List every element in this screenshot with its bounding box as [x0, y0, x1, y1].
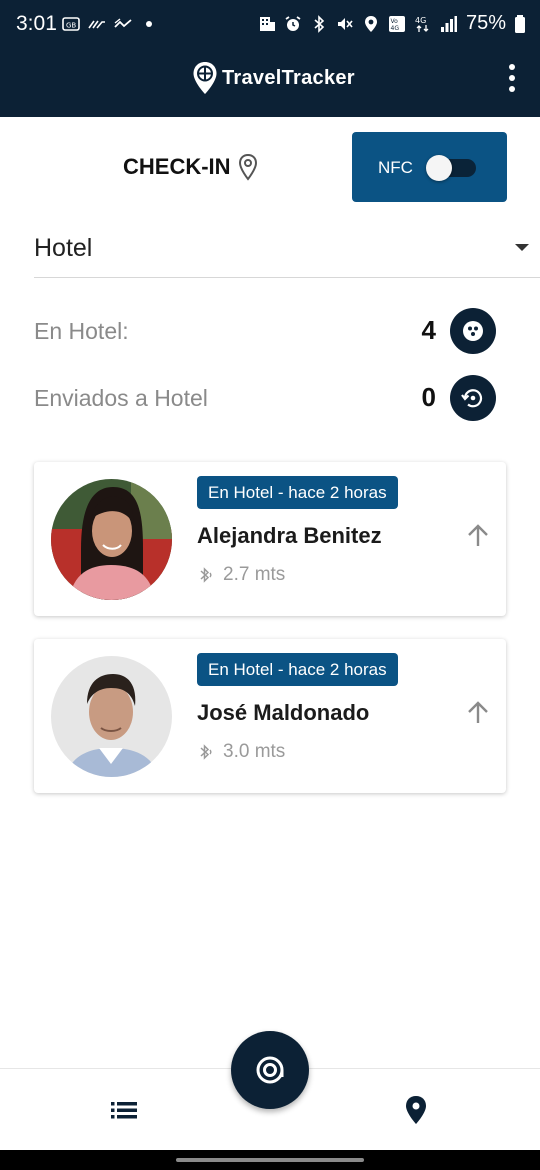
svg-text:Vo: Vo [390, 18, 398, 25]
avatar [51, 656, 172, 777]
dot-icon [146, 21, 152, 27]
distance-value: 2.7 mts [223, 564, 286, 585]
signal-icon [440, 15, 457, 32]
trend-icon [114, 18, 132, 28]
traveler-name: José Maldonado [197, 700, 370, 725]
app-logo: TravelTracker [192, 61, 355, 95]
nfc-toggle-button[interactable]: NFC [352, 132, 507, 202]
dropdown-arrow-icon [515, 244, 529, 251]
group-icon[interactable] [450, 308, 496, 354]
avatar [51, 479, 172, 600]
status-badge: En Hotel - hace 2 horas [197, 476, 398, 509]
nfc-label: NFC [378, 158, 413, 177]
counter-en-hotel: En Hotel: 4 [34, 308, 496, 354]
status-badge: En Hotel - hace 2 horas [197, 653, 398, 686]
app-bar: TravelTracker [0, 50, 540, 117]
network-4g-icon: 4G [415, 16, 429, 32]
bluetooth-signal-icon [200, 567, 212, 583]
checkin-label: CHECK-IN [123, 154, 231, 179]
battery-percentage: 75% [465, 12, 506, 34]
list-icon[interactable] [110, 1099, 138, 1121]
bluetooth-icon [314, 14, 325, 33]
nfc-switch[interactable] [424, 154, 478, 181]
status-time: 3:01 [16, 12, 57, 35]
location-pin-icon [238, 153, 257, 181]
battery-icon [515, 14, 525, 33]
traveler-name: Alejandra Benitez [197, 523, 382, 548]
counter-label: En Hotel: [34, 318, 129, 344]
switch-thumb [426, 155, 452, 181]
traveler-distance: 3.0 mts [197, 741, 285, 763]
app-title: TravelTracker [222, 66, 355, 89]
traveler-card[interactable]: En Hotel - hace 2 horas Alejandra Benite… [34, 462, 506, 616]
traveler-card[interactable]: En Hotel - hace 2 horas José Maldonado 3… [34, 639, 506, 793]
counter-label: Enviados a Hotel [34, 385, 208, 411]
traveltracker-logo-icon [193, 62, 217, 94]
alarm-icon [285, 15, 301, 31]
counter-enviados: Enviados a Hotel 0 [34, 375, 496, 421]
mute-icon [337, 17, 353, 30]
distance-value: 3.0 mts [223, 741, 286, 762]
svg-text:GB: GB [66, 22, 76, 30]
top-bar: 3:01 GB Vo 4G 4G 75% TravelTracker [0, 0, 540, 117]
volte-icon: Vo4G [388, 15, 405, 32]
checkin-header: CHECK-IN [123, 153, 259, 181]
activity-icon [88, 20, 105, 29]
scan-target-icon[interactable] [231, 1031, 309, 1109]
system-navigation-bar [0, 1150, 540, 1170]
svg-text:4G: 4G [415, 16, 426, 25]
history-icon[interactable] [450, 375, 496, 421]
svg-text:4G: 4G [390, 25, 399, 32]
counter-value: 4 [421, 315, 436, 345]
dropdown-selected-value: Hotel [34, 234, 93, 262]
bluetooth-signal-icon [200, 744, 212, 760]
counter-value: 0 [421, 382, 436, 412]
location-icon [364, 15, 377, 32]
more-vert-icon[interactable] [506, 64, 518, 92]
home-indicator[interactable] [176, 1158, 364, 1162]
status-system-icons: Vo 4G 4G 75% [258, 12, 526, 35]
location-dropdown[interactable]: Hotel [34, 218, 540, 278]
arrow-up-icon[interactable] [464, 522, 492, 550]
hotel-icon [259, 16, 275, 31]
status-notification-icons: GB [62, 15, 158, 33]
traveler-distance: 2.7 mts [197, 564, 285, 586]
map-pin-icon[interactable] [404, 1095, 428, 1125]
notification-icon: GB [62, 17, 80, 31]
arrow-up-icon[interactable] [464, 699, 492, 727]
status-bar: 3:01 GB Vo 4G 4G 75% [0, 0, 540, 50]
